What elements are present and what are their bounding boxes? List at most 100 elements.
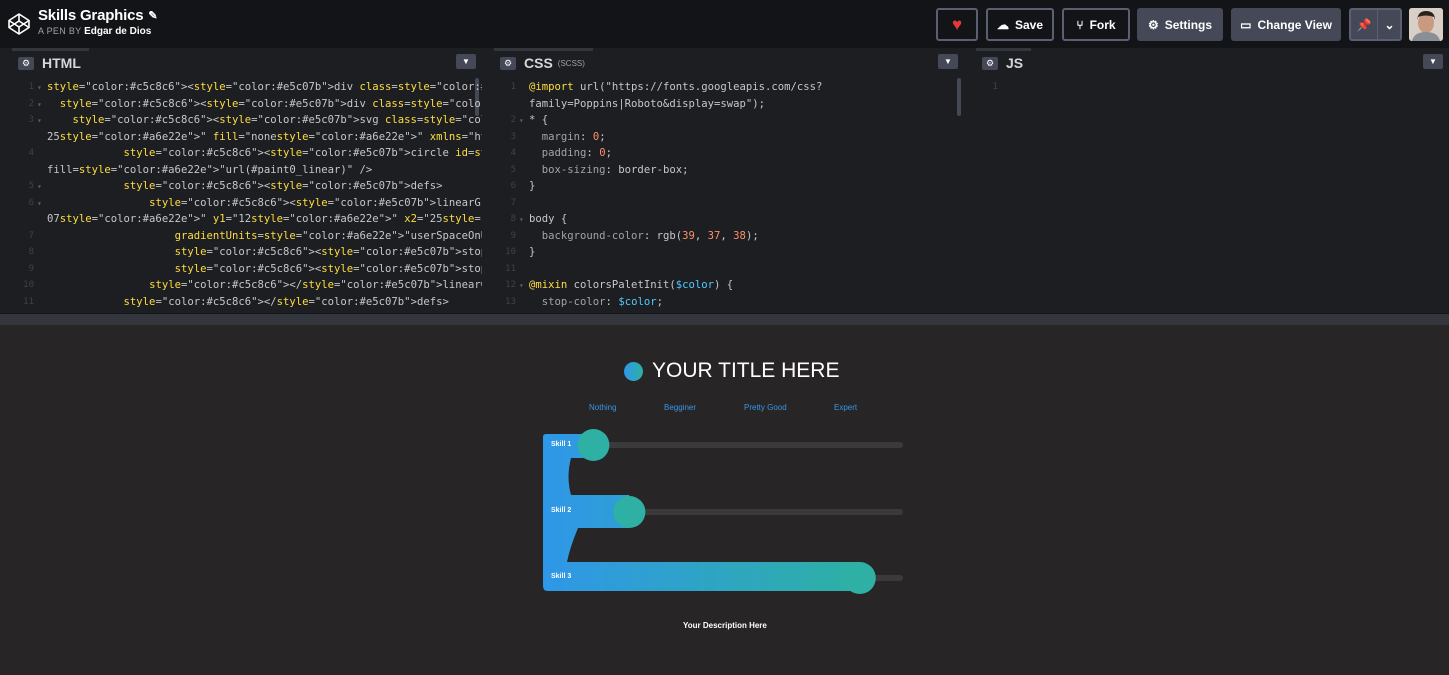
pen-title[interactable]: Skills Graphics ✎ xyxy=(38,7,158,24)
code-line[interactable]: 13 stop-color: $color; xyxy=(494,294,964,311)
code-text[interactable]: 07style="color:#a6e22e">" y1="12style="c… xyxy=(47,211,482,228)
code-line[interactable]: 8 ▾ body { xyxy=(494,211,964,228)
code-line[interactable]: 9 background-color: rgb(39, 37, 38); xyxy=(494,228,964,245)
code-text[interactable]: stop-color: $color; xyxy=(529,294,663,311)
code-text[interactable]: * { xyxy=(529,112,548,129)
chevron-down-icon[interactable]: ⌄ xyxy=(1384,18,1394,32)
pen-title-block: Skills Graphics ✎ A PEN BY Edgar de Dios xyxy=(38,7,158,37)
code-text[interactable]: style="color:#c5c8c6"><style="color:#e5c… xyxy=(47,79,482,96)
editor-resize-handle[interactable] xyxy=(0,313,1449,325)
like-button[interactable]: ♥ xyxy=(936,8,978,41)
css-code-area[interactable]: 1 @import url("https://fonts.googleapis.c… xyxy=(494,75,964,313)
code-line[interactable]: family=Poppins|Roboto&display=swap"); xyxy=(494,96,964,113)
fold-arrow-icon[interactable]: ▾ xyxy=(519,112,524,129)
pin-icon[interactable]: 📌 xyxy=(1356,18,1371,32)
skill-label: Skill 3 xyxy=(551,573,572,580)
code-text[interactable]: style="color:#c5c8c6"></style="color:#e5… xyxy=(47,277,482,294)
fold-arrow-icon[interactable]: ▾ xyxy=(37,195,42,212)
code-line[interactable]: 1 xyxy=(976,79,1449,96)
code-text[interactable]: @import url("https://fonts.googleapis.co… xyxy=(529,79,822,96)
code-line[interactable]: 1 @import url("https://fonts.googleapis.c… xyxy=(494,79,964,96)
code-line[interactable]: 10 style="color:#c5c8c6"></style="color:… xyxy=(12,277,482,294)
code-line[interactable]: 7 xyxy=(494,195,964,212)
code-text[interactable]: box-sizing: border-box; xyxy=(529,162,689,179)
html-code-area[interactable]: 1 ▾ style="color:#c5c8c6"><style="color:#e… xyxy=(12,75,482,313)
settings-button[interactable]: ⚙ Settings xyxy=(1137,8,1223,41)
pencil-icon[interactable]: ✎ xyxy=(148,9,157,22)
fold-arrow-icon[interactable]: ▾ xyxy=(37,178,42,195)
heart-icon: ♥ xyxy=(951,14,963,34)
css-editor-tab[interactable]: ⚙ CSS (SCSS) xyxy=(494,48,593,75)
fold-arrow-icon[interactable]: ▾ xyxy=(37,79,42,96)
code-text[interactable]: } xyxy=(529,178,535,195)
code-text[interactable]: style="color:#c5c8c6"><style="color:#e5c… xyxy=(47,244,482,261)
code-text[interactable]: fill=style="color:#a6e22e">"url(#paint0_… xyxy=(47,162,372,179)
code-text[interactable]: background-color: rgb(39, 37, 38); xyxy=(529,228,759,245)
fold-arrow-icon[interactable]: ▾ xyxy=(37,96,42,113)
js-code-area[interactable]: 1 xyxy=(976,75,1449,313)
change-view-label: Change View xyxy=(1257,17,1332,32)
codepen-logo-icon[interactable] xyxy=(7,12,31,36)
css-editor-chevron-down-icon[interactable]: ▼ xyxy=(938,54,958,69)
pen-title-text[interactable]: Skills Graphics xyxy=(38,7,144,24)
code-line[interactable]: 2 ▾ * { xyxy=(494,112,964,129)
fold-arrow-icon[interactable]: ▾ xyxy=(37,112,42,129)
code-line[interactable]: 3 ▾ style="color:#c5c8c6"><style="color:#… xyxy=(12,112,482,129)
pin-menu-button[interactable]: 📌 ⌄ xyxy=(1349,8,1402,41)
code-line[interactable]: fill=style="color:#a6e22e">"url(#paint0_… xyxy=(12,162,482,179)
change-view-button[interactable]: ▭ Change View xyxy=(1231,8,1341,41)
code-text[interactable]: style="color:#c5c8c6"><style="color:#e5c… xyxy=(47,261,482,278)
code-text[interactable]: style="color:#c5c8c6"><style="color:#e5c… xyxy=(47,112,482,129)
code-line[interactable]: 10} xyxy=(494,244,964,261)
line-number: 7 xyxy=(28,230,34,241)
code-text[interactable]: 25style="color:#a6e22e">" fill="nonestyl… xyxy=(47,129,482,146)
fold-arrow-icon[interactable]: ▾ xyxy=(519,277,524,294)
js-settings-gear-icon[interactable]: ⚙ xyxy=(982,56,998,70)
html-settings-gear-icon[interactable]: ⚙ xyxy=(18,56,34,70)
author-link[interactable]: Edgar de Dios xyxy=(84,26,151,37)
fork-button[interactable]: ⑂ Fork xyxy=(1062,8,1130,41)
html-editor-chevron-down-icon[interactable]: ▼ xyxy=(456,54,476,69)
code-line[interactable]: 11 style="color:#c5c8c6"></style="color:… xyxy=(12,294,482,311)
code-line[interactable]: 6} xyxy=(494,178,964,195)
code-text[interactable]: style="color:#c5c8c6"><style="color:#e5c… xyxy=(47,178,443,195)
save-button[interactable]: ☁ Save xyxy=(986,8,1054,41)
js-editor-tab[interactable]: ⚙ JS xyxy=(976,48,1032,75)
code-text[interactable]: style="color:#c5c8c6"><style="color:#e5c… xyxy=(47,145,482,162)
code-line[interactable]: 11 xyxy=(494,261,964,278)
code-line[interactable]: 6 ▾ style="color:#c5c8c6"><style="color:#… xyxy=(12,195,482,212)
code-text[interactable]: style="color:#c5c8c6"><style="color:#e5c… xyxy=(47,96,482,113)
code-line[interactable]: 3 margin: 0; xyxy=(494,129,964,146)
code-line[interactable]: 5 ▾ style="color:#c5c8c6"><style="color:#… xyxy=(12,178,482,195)
code-text[interactable]: @mixin colorsPaletInit($color) { xyxy=(529,277,733,294)
code-text[interactable]: family=Poppins|Roboto&display=swap"); xyxy=(529,96,765,113)
code-text[interactable]: style="color:#c5c8c6"><style="color:#e5c… xyxy=(47,195,482,212)
fold-arrow-icon[interactable]: ▾ xyxy=(519,211,524,228)
code-line[interactable]: 4 padding: 0; xyxy=(494,145,964,162)
code-line[interactable]: 25style="color:#a6e22e">" fill="nonestyl… xyxy=(12,129,482,146)
code-text[interactable]: } xyxy=(529,244,535,261)
fork-label: Fork xyxy=(1089,17,1116,32)
code-line[interactable]: 5 box-sizing: border-box; xyxy=(494,162,964,179)
code-line[interactable]: 8 style="color:#c5c8c6"><style="color:#e… xyxy=(12,244,482,261)
html-editor[interactable]: ⚙ HTML ▼ 1 ▾ style="color:#c5c8c6"><style=… xyxy=(12,48,482,313)
code-line[interactable]: 9 style="color:#c5c8c6"><style="color:#e… xyxy=(12,261,482,278)
code-line[interactable]: 1 ▾ style="color:#c5c8c6"><style="color:#e… xyxy=(12,79,482,96)
code-line[interactable]: 12 ▾ @mixin colorsPaletInit($color) { xyxy=(494,277,964,294)
code-line[interactable]: 2 ▾ style="color:#c5c8c6"><style="color:#… xyxy=(12,96,482,113)
code-line[interactable]: 7 gradientUnits=style="color:#a6e22e">"u… xyxy=(12,228,482,245)
code-line[interactable]: 07style="color:#a6e22e">" y1="12style="c… xyxy=(12,211,482,228)
css-editor[interactable]: ⚙ CSS (SCSS) ▼ 1 @import url("https://fon… xyxy=(494,48,964,313)
code-text[interactable]: padding: 0; xyxy=(529,145,612,162)
code-line[interactable]: 4 style="color:#c5c8c6"><style="color:#e… xyxy=(12,145,482,162)
js-editor-chevron-down-icon[interactable]: ▼ xyxy=(1423,54,1443,69)
code-text[interactable]: gradientUnits=style="color:#a6e22e">"use… xyxy=(47,228,482,245)
css-settings-gear-icon[interactable]: ⚙ xyxy=(500,56,516,70)
code-text[interactable]: style="color:#c5c8c6"></style="color:#e5… xyxy=(47,294,449,311)
html-editor-tab[interactable]: ⚙ HTML xyxy=(12,48,89,75)
avatar[interactable] xyxy=(1409,8,1443,41)
js-editor[interactable]: ⚙ JS ▼ 1 xyxy=(976,48,1449,313)
skill-level-knob xyxy=(843,562,876,594)
code-text[interactable]: body { xyxy=(529,211,567,228)
code-text[interactable]: margin: 0; xyxy=(529,129,606,146)
